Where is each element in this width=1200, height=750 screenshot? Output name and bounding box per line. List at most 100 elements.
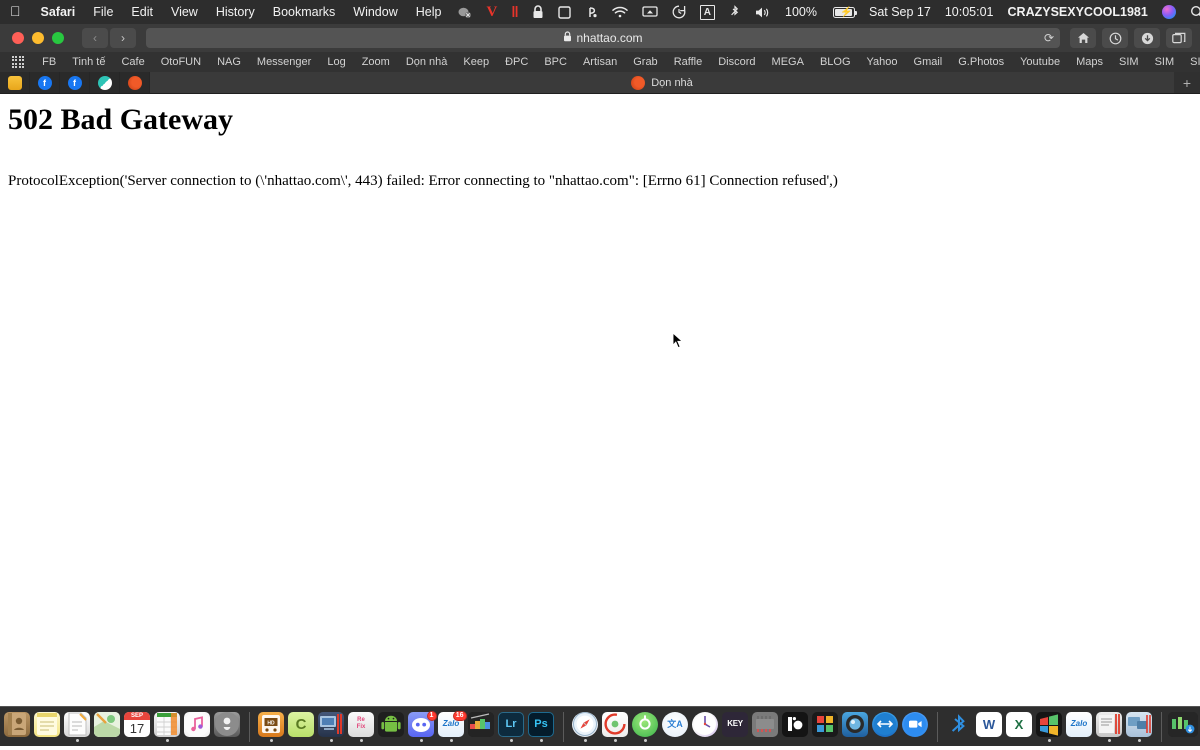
search-icon[interactable] xyxy=(1183,0,1200,24)
menu-item-safari[interactable]: Safari xyxy=(32,0,85,24)
dock-item-capture[interactable] xyxy=(782,711,809,742)
pinned-tab-facebook-2[interactable]: f xyxy=(60,72,90,93)
bookmark-raffle[interactable]: Raffle xyxy=(666,52,711,72)
bookmark-blog[interactable]: BLOG xyxy=(812,52,859,72)
bookmark-otofun[interactable]: OtoFUN xyxy=(153,52,209,72)
dock-item-final-cut-pro[interactable] xyxy=(468,711,495,742)
bookmark-gmail[interactable]: Gmail xyxy=(906,52,951,72)
menu-item-help[interactable]: Help xyxy=(407,0,451,24)
dock-item-pages[interactable] xyxy=(64,711,91,742)
bookmark-discord[interactable]: Discord xyxy=(710,52,763,72)
dock-item-downloads-stack[interactable] xyxy=(1168,711,1198,742)
bookmark-bpc[interactable]: BPC xyxy=(536,52,575,72)
dock-item-numbers[interactable] xyxy=(154,711,181,742)
dock-item-discord[interactable]: 1 xyxy=(408,710,437,742)
bookmark-youtube[interactable]: Youtube xyxy=(1012,52,1068,72)
bookmark-tinhte[interactable]: Tinh tế xyxy=(64,52,113,72)
dock-item-solution[interactable] xyxy=(1096,711,1123,742)
downloads-button[interactable] xyxy=(1134,28,1160,48)
bookmark-artisan[interactable]: Artisan xyxy=(575,52,625,72)
dock-item-translate[interactable]: 文A xyxy=(662,711,689,742)
bookmark-sim-3[interactable]: SIM' xyxy=(1182,52,1200,72)
dock-item-hardware[interactable] xyxy=(752,711,779,742)
dock-item-handbrake[interactable]: HD xyxy=(258,711,285,742)
battery-percent[interactable]: 100% xyxy=(778,0,824,24)
pinned-tab-teal[interactable] xyxy=(90,72,120,93)
back-button[interactable]: ‹ xyxy=(82,28,108,48)
dock-item-maps[interactable] xyxy=(94,711,121,742)
bookmark-grab[interactable]: Grab xyxy=(625,52,665,72)
bookmark-messenger[interactable]: Messenger xyxy=(249,52,319,72)
home-button[interactable] xyxy=(1070,28,1096,48)
dock-item-teamviewer[interactable] xyxy=(872,711,899,742)
sheep-block-icon[interactable] xyxy=(450,0,479,24)
new-tab-button[interactable]: + xyxy=(1174,72,1200,93)
menu-bar-clock[interactable]: 10:05:01 xyxy=(938,0,1001,24)
dock-item-zoom[interactable] xyxy=(902,711,929,742)
volume-icon[interactable] xyxy=(748,0,778,24)
bookmark-nag[interactable]: NAG xyxy=(209,52,249,72)
dock-item-screens[interactable] xyxy=(318,711,345,742)
bookmark-log[interactable]: Log xyxy=(319,52,353,72)
dock-item-remote-desktop[interactable] xyxy=(1126,711,1153,742)
bookmark-zoom[interactable]: Zoom xyxy=(354,52,398,72)
dock-item-itunes[interactable] xyxy=(184,711,211,742)
menu-item-file[interactable]: File xyxy=(84,0,122,24)
address-bar[interactable]: nhattao.com ⟳ xyxy=(146,28,1060,48)
dock-item-cleanmymac[interactable]: C xyxy=(288,711,315,742)
menu-bar-date[interactable]: Sat Sep 17 xyxy=(862,0,938,24)
dock-item-key[interactable]: KEY xyxy=(722,711,749,742)
dock-item-zalo[interactable]: Zalo 16 xyxy=(438,710,467,742)
menu-item-window[interactable]: Window xyxy=(344,0,406,24)
bookmark-cafe[interactable]: Cafe xyxy=(113,52,152,72)
dock-item-cleaner[interactable] xyxy=(602,711,629,742)
tab-don-nha[interactable]: Dọn nhà xyxy=(150,72,1174,93)
bookmark-mega[interactable]: MEGA xyxy=(764,52,812,72)
menu-item-view[interactable]: View xyxy=(162,0,207,24)
input-source-icon[interactable]: A xyxy=(693,0,722,24)
siri-icon[interactable] xyxy=(1155,0,1183,24)
dock-item-rename[interactable]: Re Fix xyxy=(348,711,375,742)
dock-item-safari[interactable] xyxy=(572,711,599,742)
dock-item-clock[interactable] xyxy=(692,711,719,742)
dock-item-photoshop[interactable]: Ps xyxy=(528,711,555,742)
dock-item-contacts[interactable] xyxy=(4,711,31,742)
dock-item-calendar[interactable]: SEP 17 xyxy=(124,711,151,742)
bluetooth-icon[interactable] xyxy=(722,0,748,24)
display-icon[interactable] xyxy=(551,0,578,24)
reload-button[interactable]: ⟳ xyxy=(1044,31,1054,45)
apple-logo-icon[interactable]:  xyxy=(10,4,21,18)
dock-item-camera[interactable] xyxy=(842,711,869,742)
dock-item-notes[interactable] xyxy=(34,711,61,742)
bookmark-fb[interactable]: FB xyxy=(34,52,64,72)
airplay-icon[interactable] xyxy=(635,0,665,24)
dock-item-bluetooth[interactable] xyxy=(946,712,973,742)
pinned-tab-notes[interactable] xyxy=(0,72,30,93)
bookmark-sim-2[interactable]: SIM xyxy=(1147,52,1183,72)
lock-icon[interactable] xyxy=(525,0,551,24)
history-button[interactable] xyxy=(1102,28,1128,48)
dock-item-android[interactable] xyxy=(378,711,405,742)
textexpander-icon[interactable] xyxy=(578,0,605,24)
dock-item-memory[interactable] xyxy=(632,711,659,742)
bookmark-don-nha[interactable]: Dọn nhà xyxy=(398,52,456,72)
battery-icon[interactable]: ⚡ xyxy=(824,0,862,24)
menu-item-edit[interactable]: Edit xyxy=(122,0,162,24)
menu-item-history[interactable]: History xyxy=(207,0,264,24)
dock-item-word[interactable]: W xyxy=(976,711,1003,742)
bookmark-maps[interactable]: Maps xyxy=(1068,52,1111,72)
tab-overview-button[interactable] xyxy=(1166,28,1192,48)
dock-item-lightroom[interactable]: Lr xyxy=(498,711,525,742)
wifi-icon[interactable] xyxy=(605,0,635,24)
bookmark-dpc[interactable]: ĐPC xyxy=(497,52,536,72)
bookmark-keep[interactable]: Keep xyxy=(455,52,497,72)
time-machine-icon[interactable] xyxy=(665,0,693,24)
show-all-bookmarks-icon[interactable] xyxy=(12,55,25,69)
pinned-tab-nhattao[interactable] xyxy=(120,72,150,93)
forward-button[interactable]: › xyxy=(110,28,136,48)
dock-item-finder[interactable] xyxy=(0,712,1,742)
dock-item-windows[interactable] xyxy=(1036,711,1063,742)
vlc-icon[interactable]: V xyxy=(479,0,504,24)
bookmark-gphotos[interactable]: G.Photos xyxy=(950,52,1012,72)
pause-icon[interactable]: ‖ xyxy=(504,0,524,24)
